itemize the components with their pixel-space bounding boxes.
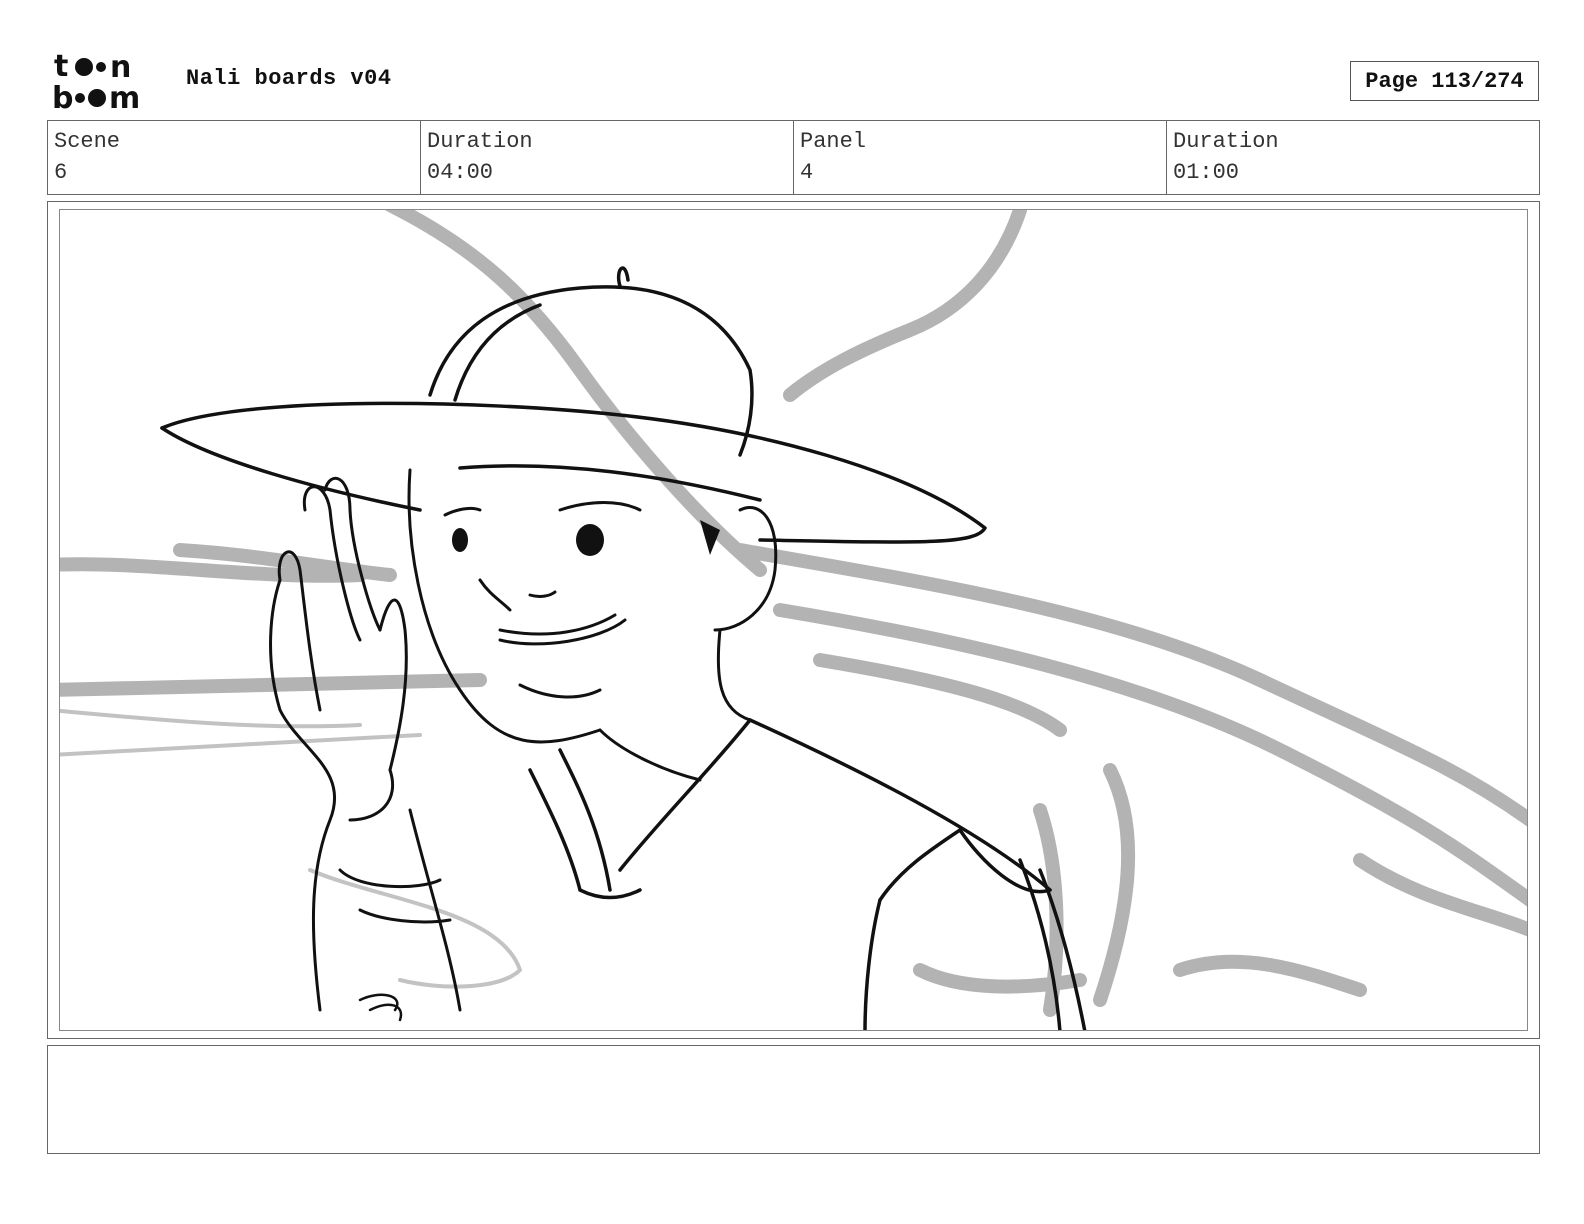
sketch-character-waving-icon bbox=[60, 210, 1527, 1030]
document-title: Nali boards v04 bbox=[186, 66, 392, 91]
panel-label: Panel bbox=[800, 129, 867, 154]
svg-text:b: b bbox=[52, 81, 73, 112]
svg-text:m: m bbox=[109, 81, 140, 112]
panel-cell: Panel 4 bbox=[794, 121, 1167, 194]
panel-duration-cell: Duration 01:00 bbox=[1167, 121, 1539, 194]
scene-label: Scene bbox=[54, 129, 121, 154]
scene-value: 6 bbox=[54, 160, 68, 185]
scene-cell: Scene 6 bbox=[48, 121, 421, 194]
scene-duration-value: 04:00 bbox=[427, 160, 494, 185]
panel-drawing bbox=[59, 209, 1528, 1031]
notes-box[interactable] bbox=[47, 1045, 1540, 1154]
scene-duration-label: Duration bbox=[427, 129, 533, 154]
page-indicator: Page 113/274 bbox=[1350, 61, 1539, 101]
scene-duration-cell: Duration 04:00 bbox=[421, 121, 794, 194]
svg-text:t: t bbox=[54, 50, 68, 84]
toonboom-logo: t n b m bbox=[52, 50, 140, 112]
panel-value: 4 bbox=[800, 160, 814, 185]
svg-text:n: n bbox=[110, 50, 131, 85]
panel-info-table: Scene 6 Duration 04:00 Panel 4 Duration … bbox=[47, 120, 1540, 195]
panel-duration-value: 01:00 bbox=[1173, 160, 1240, 185]
panel-duration-label: Duration bbox=[1173, 129, 1279, 154]
